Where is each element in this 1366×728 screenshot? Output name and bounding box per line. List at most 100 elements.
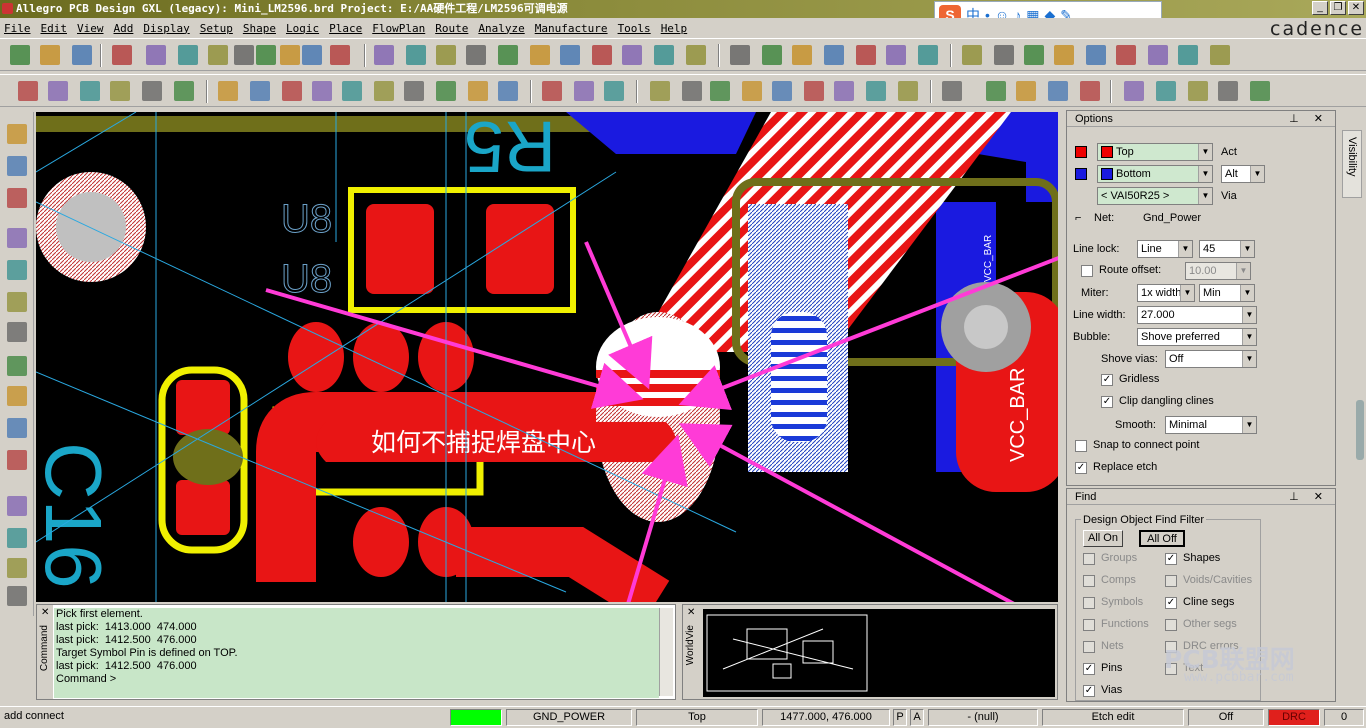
shape-edit-icon[interactable] — [886, 45, 906, 65]
find-functions-checkbox[interactable] — [1083, 619, 1095, 631]
place-quick-icon[interactable] — [48, 81, 68, 101]
find-panel-controls[interactable]: ⊥ ✕ — [1289, 489, 1329, 505]
open-icon[interactable] — [40, 45, 60, 65]
delay-icon[interactable] — [7, 188, 27, 208]
layers-icon[interactable] — [792, 45, 812, 65]
menu-manufacture[interactable]: Manufacture — [535, 22, 608, 35]
undo-list-icon[interactable] — [234, 45, 254, 65]
all-on-button[interactable]: All On — [1083, 530, 1123, 547]
find-cline-segs-checkbox[interactable]: ✓ — [1165, 597, 1177, 609]
alt-layer-select[interactable]: Bottom ▼ — [1097, 165, 1213, 183]
place-manual-icon[interactable] — [18, 81, 38, 101]
bus-icon[interactable] — [7, 260, 27, 280]
dimension-icon[interactable] — [574, 81, 594, 101]
move-text-icon[interactable] — [898, 81, 918, 101]
cross-section-icon[interactable] — [772, 81, 792, 101]
smooth-select[interactable]: Minimal ▼ — [1165, 416, 1257, 434]
alt-layer-swatch[interactable] — [1075, 168, 1087, 180]
move-icon[interactable] — [112, 45, 132, 65]
miter-select[interactable]: 1x width ▼ — [1137, 284, 1195, 302]
find-nets-checkbox[interactable] — [1083, 641, 1095, 653]
sun-icon[interactable] — [1054, 45, 1074, 65]
menu-flowplan[interactable]: FlowPlan — [372, 22, 425, 35]
show-rats-icon[interactable] — [1218, 81, 1238, 101]
3d-view-icon[interactable] — [654, 45, 674, 65]
zoom-points-icon[interactable] — [436, 45, 456, 65]
minimize-button[interactable]: _ — [1312, 1, 1328, 15]
menu-tools[interactable]: Tools — [618, 22, 651, 35]
show-element-icon[interactable] — [604, 81, 624, 101]
find-other-segs-checkbox[interactable] — [1165, 619, 1177, 631]
add-line-icon[interactable] — [7, 496, 27, 516]
contour-icon[interactable] — [7, 450, 27, 470]
nc-drill-icon[interactable] — [710, 81, 730, 101]
x-hatch-icon[interactable] — [1048, 81, 1068, 101]
menu-help[interactable]: Help — [661, 22, 688, 35]
find-pins-checkbox[interactable]: ✓ — [1083, 663, 1095, 675]
find-comps-checkbox[interactable] — [1083, 575, 1095, 587]
alt-select[interactable]: Alt ▼ — [1221, 165, 1265, 183]
properties-icon[interactable] — [918, 45, 938, 65]
custom-smooth-icon[interactable] — [312, 81, 332, 101]
shove-vias-select[interactable]: Off ▼ — [1165, 350, 1257, 368]
add-rect-icon[interactable] — [7, 528, 27, 548]
route-offset-select[interactable]: 10.00 ▼ — [1185, 262, 1251, 280]
slide-icon[interactable] — [250, 81, 270, 101]
act-layer-swatch[interactable] — [1075, 146, 1087, 158]
zoom-out-icon[interactable] — [530, 45, 550, 65]
rotate-icon[interactable] — [142, 81, 162, 101]
ratsnest-icon[interactable] — [1124, 81, 1144, 101]
rename-icon[interactable] — [804, 81, 824, 101]
menu-shape[interactable]: Shape — [243, 22, 276, 35]
shadow-icon[interactable] — [1086, 45, 1106, 65]
line-lock-angle-select[interactable]: 45 ▼ — [1199, 240, 1255, 258]
status-a-button[interactable]: A — [910, 709, 924, 726]
constraint-icon[interactable] — [994, 45, 1014, 65]
measure-icon[interactable] — [542, 81, 562, 101]
command-close-icon[interactable]: ✕ — [41, 607, 49, 618]
menu-display[interactable]: Display — [143, 22, 189, 35]
find-shapes-checkbox[interactable]: ✓ — [1165, 553, 1177, 565]
line-lock-type-select[interactable]: Line ▼ — [1137, 240, 1193, 258]
visibility-tab[interactable]: Visibility — [1342, 130, 1362, 198]
pcb-layout-drawing[interactable]: R5 C16 U8 U8 如何不捕捉焊盘中心 VC — [36, 112, 1058, 602]
pin-icon[interactable] — [330, 45, 350, 65]
close-button[interactable]: ✕ — [1348, 1, 1364, 15]
menu-add[interactable]: Add — [114, 22, 134, 35]
route-diff-icon[interactable] — [7, 292, 27, 312]
artwork-icon[interactable] — [682, 81, 702, 101]
vertex-icon[interactable] — [342, 81, 362, 101]
delay-tune-icon[interactable] — [282, 81, 302, 101]
photoplot-icon[interactable] — [742, 81, 762, 101]
auto-route-icon[interactable] — [436, 81, 456, 101]
find-icon[interactable] — [834, 81, 854, 101]
menu-file[interactable]: File — [4, 22, 31, 35]
snap-connect-checkbox[interactable] — [1075, 440, 1087, 452]
via-select[interactable]: < VAI50R25 > ▼ — [1097, 187, 1213, 205]
shape-add-icon[interactable] — [7, 356, 27, 376]
add-via-icon[interactable] — [7, 322, 27, 342]
find-voids-cavities-checkbox[interactable] — [1165, 575, 1177, 587]
canvas-scrollbar[interactable] — [1058, 112, 1064, 602]
right-panel-grip[interactable] — [1356, 400, 1364, 460]
undo-icon[interactable] — [208, 45, 228, 65]
highlight-icon[interactable] — [824, 45, 844, 65]
command-scrollbar[interactable] — [659, 608, 673, 696]
spread-icon[interactable] — [1210, 45, 1230, 65]
dehighlight-icon[interactable] — [856, 45, 876, 65]
menu-edit[interactable]: Edit — [41, 22, 68, 35]
redo-list-icon[interactable] — [280, 45, 300, 65]
clip-dangling-checkbox[interactable]: ✓ — [1101, 396, 1113, 408]
world-view-canvas[interactable] — [703, 609, 1055, 697]
markers-icon[interactable] — [1116, 45, 1136, 65]
grid-toggle-icon[interactable] — [730, 45, 750, 65]
fanout-icon[interactable] — [404, 81, 424, 101]
options-panel-controls[interactable]: ⊥ ✕ — [1289, 111, 1329, 127]
spread-icon[interactable] — [7, 386, 27, 406]
redo-icon[interactable] — [256, 45, 276, 65]
color-icon[interactable] — [762, 45, 782, 65]
pcb-canvas[interactable]: R5 C16 U8 U8 如何不捕捉焊盘中心 VC — [36, 112, 1058, 602]
stat-icon[interactable] — [1148, 45, 1168, 65]
assign-color-icon[interactable] — [1024, 45, 1044, 65]
flip-icon[interactable] — [686, 45, 706, 65]
